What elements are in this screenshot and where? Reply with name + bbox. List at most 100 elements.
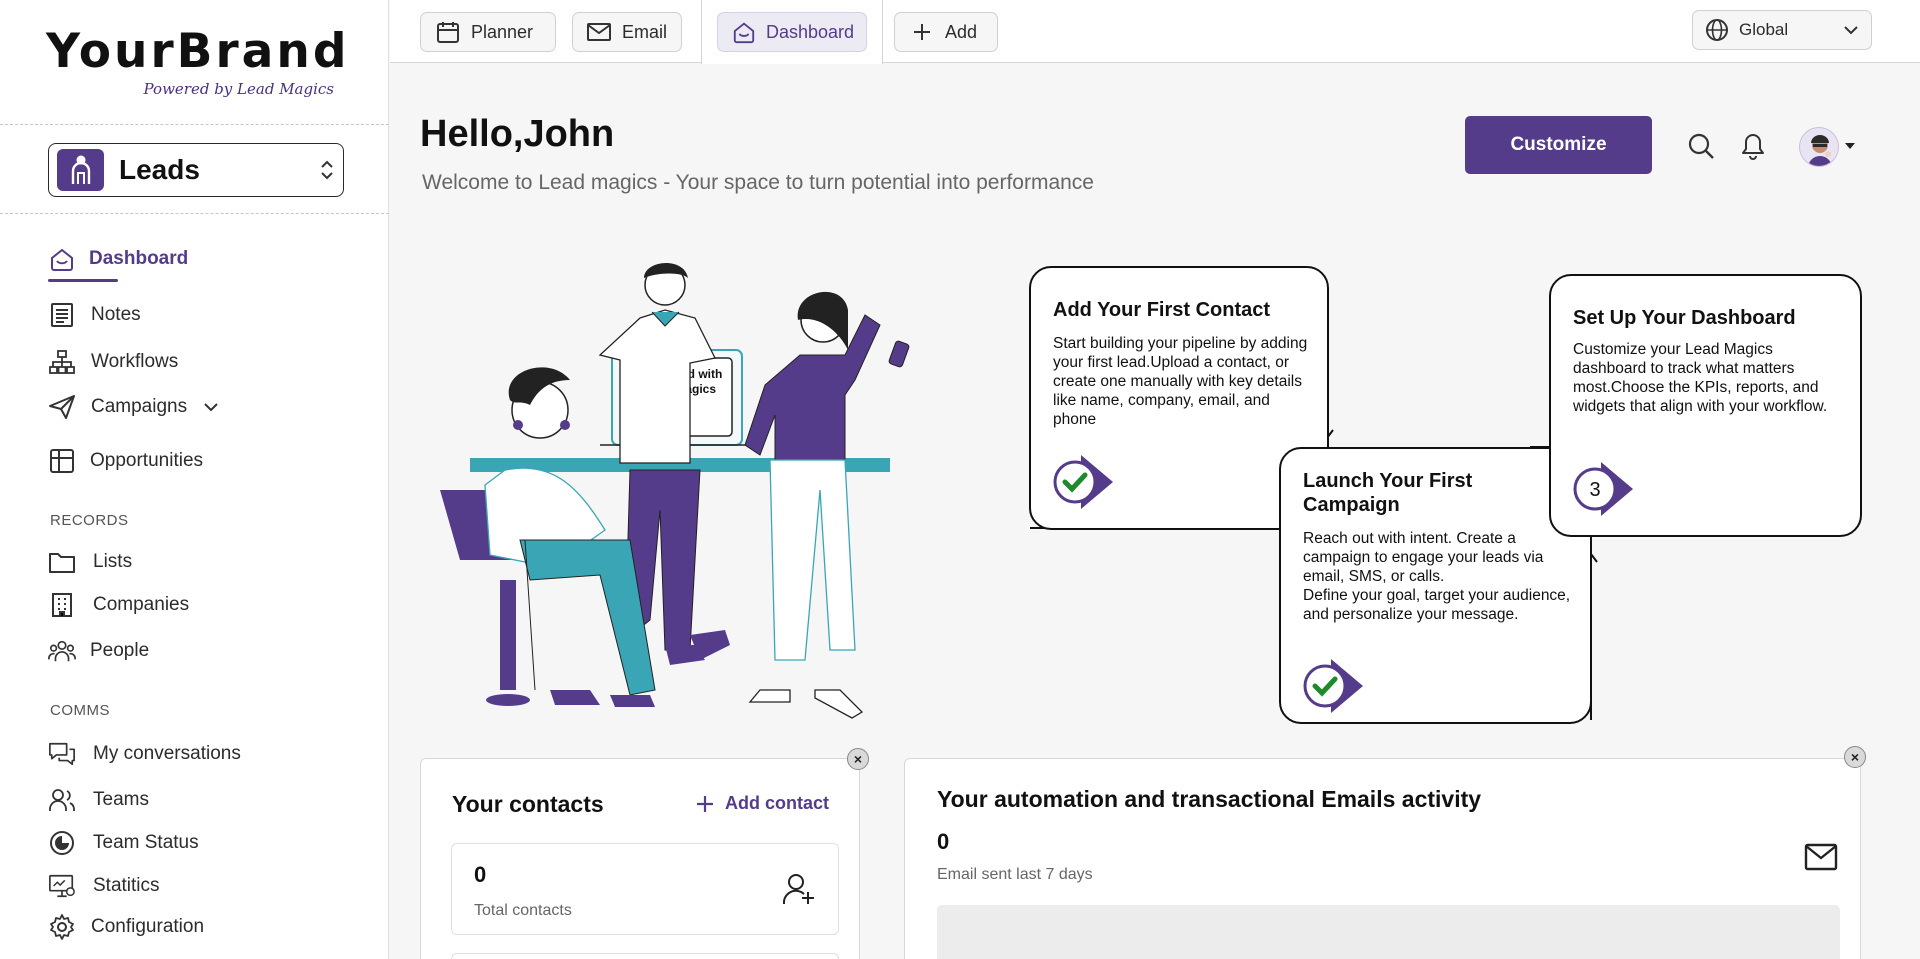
sidebar-item-label: Companies: [93, 594, 190, 615]
emails-sent-label: Email sent last 7 days: [937, 866, 1093, 883]
sidebar-item-teams[interactable]: Teams: [48, 785, 149, 815]
sidebar: YourBrand Powered by Lead Magics Leads D…: [0, 0, 389, 959]
step-title: Add Your First Contact: [1053, 299, 1271, 321]
sidebar-item-label: My conversations: [93, 743, 241, 764]
module-selector[interactable]: Leads: [48, 143, 344, 197]
email-chart-placeholder: [937, 905, 1840, 959]
search-icon[interactable]: [1686, 131, 1716, 161]
sidebar-item-campaigns[interactable]: Campaigns: [48, 392, 219, 422]
mail-icon: [1804, 843, 1838, 871]
folder-icon: [48, 548, 76, 576]
sidebar-item-companies[interactable]: Companies: [48, 590, 189, 620]
sidebar-item-label: Campaigns: [91, 396, 188, 417]
sidebar-item-label: Notes: [91, 304, 141, 325]
brand-name: YourBrand: [46, 24, 350, 79]
bell-icon[interactable]: [1738, 131, 1768, 161]
workflow-icon: [48, 348, 76, 376]
emails-sent-value: 0: [937, 829, 950, 854]
scope-select[interactable]: Global: [1692, 10, 1872, 50]
add-contact-button[interactable]: Add contact: [695, 793, 829, 814]
sidebar-item-label: Statitics: [93, 875, 160, 896]
step-title: Set Up Your Dashboard: [1573, 307, 1796, 329]
step-number: 3: [1589, 479, 1600, 501]
globe-icon: [1706, 19, 1728, 41]
divider: [0, 124, 389, 125]
home-icon: [48, 245, 76, 273]
sidebar-item-notes[interactable]: Notes: [48, 300, 141, 330]
chevron-down-icon: [1844, 26, 1858, 35]
sidebar-item-dashboard[interactable]: Dashboard: [48, 244, 188, 274]
add-tab-button[interactable]: Add: [894, 12, 998, 52]
gear-icon: [48, 913, 76, 941]
plus-icon: [697, 795, 713, 812]
add-contact-label: Add contact: [725, 793, 830, 813]
check-badge-icon: [1303, 659, 1363, 713]
building-icon: [48, 591, 76, 619]
sidebar-item-label: Workflows: [91, 351, 179, 372]
scope-select-value: Global: [1739, 20, 1789, 39]
tab-label: Planner: [471, 21, 534, 42]
sidebar-item-label: Opportunities: [90, 450, 204, 471]
leads-icon: [57, 149, 104, 191]
chat-icon: [48, 740, 76, 768]
notes-icon: [48, 301, 76, 329]
sidebar-item-workflows[interactable]: Workflows: [48, 347, 178, 377]
team-illustration: Get started with Lead Magics: [440, 262, 910, 719]
close-email-card-button[interactable]: ×: [1844, 746, 1866, 768]
mail-icon: [587, 19, 612, 45]
active-indicator: [48, 279, 118, 282]
sidebar-item-label: Lists: [93, 551, 133, 572]
step-body: Start building your pipeline by adding y…: [1053, 335, 1308, 428]
send-icon: [48, 393, 76, 421]
status-icon: [48, 829, 76, 857]
tab-planner[interactable]: Planner: [420, 12, 556, 52]
step-card-setup-dashboard[interactable]: Set Up Your Dashboard Customize your Lea…: [1549, 274, 1862, 537]
avatar[interactable]: [1799, 127, 1839, 167]
people-icon: [48, 637, 76, 665]
sidebar-item-label: Dashboard: [89, 248, 189, 269]
step-body: Customize your Lead Magics dashboard to …: [1573, 341, 1828, 415]
sidebar-item-people[interactable]: People: [48, 636, 149, 666]
tab-dashboard[interactable]: Dashboard: [717, 12, 867, 52]
page-subtitle: Welcome to Lead magics - Your space to t…: [422, 171, 1094, 194]
total-contacts-label: Total contacts: [474, 902, 572, 919]
sidebar-item-label: Team Status: [93, 832, 199, 853]
sidebar-item-label: Configuration: [91, 916, 205, 937]
close-contacts-card-button[interactable]: ×: [847, 748, 869, 770]
customize-button[interactable]: Customize: [1465, 116, 1652, 174]
sidebar-item-configuration[interactable]: Configuration: [48, 912, 204, 942]
sidebar-item-lists[interactable]: Lists: [48, 547, 132, 577]
sidebar-item-opportunities[interactable]: Opportunities: [48, 446, 203, 476]
team-icon: [48, 786, 76, 814]
chevron-updown-icon: [321, 160, 333, 180]
email-card-title: Your automation and transactional Emails…: [937, 786, 1482, 812]
section-heading-comms: COMMS: [50, 702, 110, 719]
contacts-stat-next: [451, 953, 839, 959]
sidebar-item-label: Teams: [93, 789, 149, 810]
step-card-launch-campaign[interactable]: Launch Your First Campaign Reach out wit…: [1279, 447, 1592, 724]
module-label: Leads: [119, 154, 200, 185]
sidebar-item-conversations[interactable]: My conversations: [48, 739, 241, 769]
tab-label: Add: [945, 21, 978, 42]
total-contacts-value: 0: [474, 862, 487, 887]
step-body: Reach out with intent. Create a campaign…: [1303, 530, 1571, 623]
contacts-card-title: Your contacts: [452, 791, 604, 817]
brand-logo[interactable]: YourBrand Powered by Lead Magics: [46, 24, 350, 98]
section-heading-records: RECORDS: [50, 512, 129, 529]
step-number-badge: 3: [1573, 462, 1633, 516]
add-user-icon: [783, 874, 814, 904]
top-bar: Planner Email Dashboard Add Global: [390, 0, 1920, 64]
tab-label: Email: [621, 21, 667, 42]
divider: [0, 213, 389, 214]
sidebar-item-statistics[interactable]: Statitics: [48, 871, 160, 901]
chevron-down-icon[interactable]: [203, 402, 219, 412]
calendar-icon: [435, 19, 461, 45]
tab-email[interactable]: Email: [572, 12, 682, 52]
sidebar-item-label: People: [90, 640, 150, 661]
sidebar-item-team-status[interactable]: Team Status: [48, 828, 199, 858]
brand-tagline: Powered by Lead Magics: [143, 80, 334, 98]
total-contacts-stat[interactable]: 0 Total contacts: [451, 843, 839, 935]
table-icon: [48, 447, 76, 475]
avatar-chevron-icon[interactable]: [1844, 142, 1856, 151]
step-title: Launch Your First Campaign: [1303, 470, 1473, 516]
